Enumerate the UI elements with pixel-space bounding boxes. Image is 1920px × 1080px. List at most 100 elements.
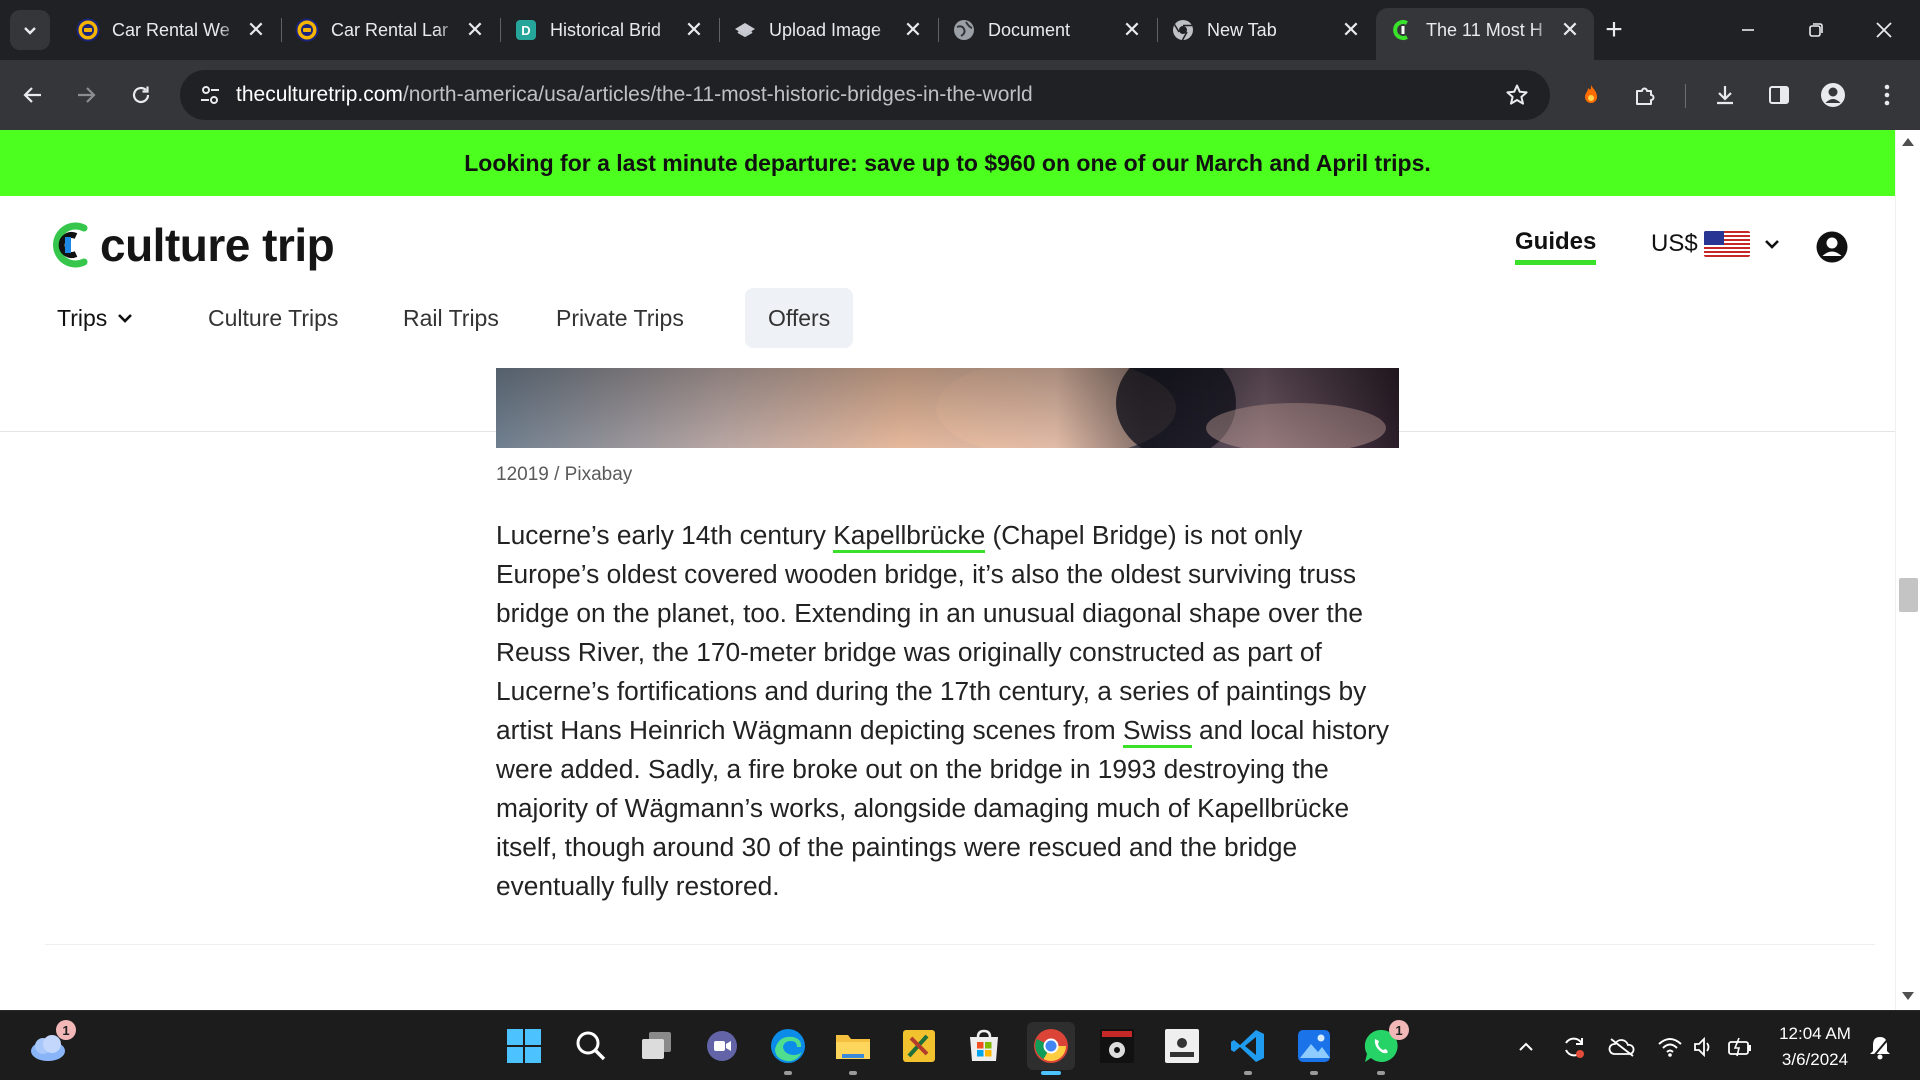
new-tab-button[interactable]: + xyxy=(1596,12,1632,48)
photos-taskbar-button[interactable] xyxy=(1290,1022,1338,1075)
promo-banner[interactable]: Looking for a last minute departure: sav… xyxy=(0,130,1895,196)
tab-close-icon[interactable]: ✕ xyxy=(1558,17,1582,42)
page-scrollbar[interactable] xyxy=(1895,130,1920,1010)
screen: Car Rental We ✕ Car Rental Lar ✕ D Histo… xyxy=(0,0,1920,1080)
document-favicon-icon: D xyxy=(514,18,538,42)
currency-selector[interactable]: US$ xyxy=(1651,230,1782,258)
fifa-game-button[interactable] xyxy=(1158,1022,1206,1070)
arrow-right-icon xyxy=(78,87,96,103)
tab-close-icon[interactable]: ✕ xyxy=(901,17,925,42)
tab-car-rental-2[interactable]: Car Rental Lar ✕ xyxy=(281,8,499,52)
cloud-offline-icon xyxy=(1608,1038,1635,1057)
account-button[interactable] xyxy=(1815,230,1849,264)
nav-private-trips[interactable]: Private Trips xyxy=(556,288,684,348)
tab-close-icon[interactable]: ✕ xyxy=(244,17,268,42)
pes-game-button[interactable] xyxy=(1093,1022,1141,1070)
back-button[interactable] xyxy=(12,74,54,116)
clock-date: 3/6/2024 xyxy=(1781,1050,1849,1069)
tab-new-tab[interactable]: New Tab ✕ xyxy=(1157,8,1375,52)
address-bar[interactable]: theculturetrip.com/north-america/usa/art… xyxy=(180,70,1550,120)
pinned-app-tools-button[interactable] xyxy=(895,1022,943,1070)
minimize-button[interactable] xyxy=(1714,0,1782,60)
file-explorer-button[interactable] xyxy=(829,1022,877,1075)
edge-taskbar-button[interactable] xyxy=(764,1022,812,1075)
close-window-button[interactable] xyxy=(1850,0,1918,60)
tab-upload-image[interactable]: Upload Image ✕ xyxy=(719,8,937,52)
tab-close-icon[interactable]: ✕ xyxy=(1120,17,1144,42)
tab-document[interactable]: Document ✕ xyxy=(938,8,1156,52)
tab-car-rental-1[interactable]: Car Rental We ✕ xyxy=(62,8,280,52)
extensions-button[interactable] xyxy=(1624,74,1666,116)
promo-text: Looking for a last minute departure: sav… xyxy=(464,149,1431,176)
culture-trip-logo-icon xyxy=(53,222,88,268)
nav-culture-trips[interactable]: Culture Trips xyxy=(208,288,338,348)
fifa-game-icon xyxy=(1165,1029,1199,1063)
tab-close-icon[interactable]: ✕ xyxy=(463,17,487,42)
notification-bell-icon xyxy=(1870,1037,1890,1060)
chrome-taskbar-button[interactable] xyxy=(1027,1022,1075,1075)
tab-close-icon[interactable]: ✕ xyxy=(682,17,706,42)
site-info-button[interactable] xyxy=(184,70,236,120)
browser-toolbar: theculturetrip.com/north-america/usa/art… xyxy=(0,60,1920,130)
teams-chat-button[interactable] xyxy=(698,1022,746,1070)
system-clock[interactable]: 12:04 AM 3/6/2024 xyxy=(1770,1021,1860,1073)
microsoft-store-button[interactable] xyxy=(960,1022,1008,1070)
whatsapp-taskbar-button[interactable]: 1 xyxy=(1357,1020,1409,1075)
arrow-left-icon xyxy=(23,87,41,103)
wifi-tray-button[interactable] xyxy=(1656,1033,1684,1061)
running-indicator xyxy=(1041,1071,1061,1075)
nav-trips-dropdown[interactable]: Trips xyxy=(57,288,135,348)
battery-tray-button[interactable] xyxy=(1726,1033,1754,1061)
forward-button[interactable] xyxy=(65,74,107,116)
upload-favicon-icon xyxy=(733,18,757,42)
photos-icon xyxy=(1298,1030,1330,1062)
pes-game-icon xyxy=(1100,1029,1134,1063)
minimize-icon xyxy=(1742,29,1754,31)
scroll-up-arrow-icon[interactable] xyxy=(1902,138,1914,146)
culture-trip-logo[interactable]: culture trip xyxy=(50,218,335,272)
chrome-menu-button[interactable] xyxy=(1866,74,1908,116)
nav-offers[interactable]: Offers xyxy=(745,288,854,348)
kapellbrucke-link[interactable]: Kapellbrücke xyxy=(833,520,986,553)
url-text[interactable]: theculturetrip.com/north-america/usa/art… xyxy=(236,83,1492,107)
task-view-button[interactable] xyxy=(633,1022,681,1070)
tab-historical-bridges[interactable]: D Historical Brid ✕ xyxy=(500,8,718,52)
clock-time: 12:04 AM xyxy=(1779,1024,1851,1043)
show-hidden-icons-button[interactable] xyxy=(1512,1033,1540,1061)
toolbar-divider xyxy=(1685,84,1686,108)
battery-charging-icon xyxy=(1728,1037,1751,1057)
scrollbar-thumb[interactable] xyxy=(1899,578,1918,612)
scroll-down-arrow-icon[interactable] xyxy=(1902,992,1914,1000)
reload-button[interactable] xyxy=(120,74,162,116)
tab-title: New Tab xyxy=(1207,19,1277,40)
logo-text: culture trip xyxy=(100,219,335,271)
edge-browser-icon xyxy=(771,1029,805,1063)
side-panel-button[interactable] xyxy=(1758,74,1800,116)
taskbar-search-button[interactable] xyxy=(567,1022,615,1070)
folder-icon xyxy=(836,1035,870,1059)
weather-widget[interactable]: 1 xyxy=(24,1020,76,1070)
nav-trips-label: Trips xyxy=(57,304,108,331)
guides-link[interactable]: Guides xyxy=(1515,228,1597,265)
running-indicator xyxy=(849,1071,857,1075)
sync-tray-button[interactable] xyxy=(1560,1033,1588,1061)
downloads-button[interactable] xyxy=(1704,74,1746,116)
extension-fire-button[interactable] xyxy=(1570,74,1612,116)
vscode-taskbar-button[interactable] xyxy=(1224,1022,1272,1075)
vscode-icon xyxy=(1231,1030,1264,1062)
nav-rail-trips[interactable]: Rail Trips xyxy=(403,288,499,348)
profile-button[interactable] xyxy=(1812,74,1854,116)
tab-title: Historical Brid xyxy=(550,19,662,40)
culture-trip-favicon-icon xyxy=(1390,18,1414,42)
tab-culture-trip-active[interactable]: The 11 Most H ✕ xyxy=(1376,8,1594,60)
restore-button[interactable] xyxy=(1782,0,1850,60)
start-button[interactable] xyxy=(500,1022,548,1070)
weather-notification-badge: 1 xyxy=(56,1020,76,1040)
tab-search-button[interactable] xyxy=(10,10,50,50)
notifications-button[interactable] xyxy=(1866,1033,1894,1061)
tab-close-icon[interactable]: ✕ xyxy=(1339,17,1363,42)
volume-tray-button[interactable] xyxy=(1690,1033,1718,1061)
bookmark-button[interactable] xyxy=(1492,70,1542,120)
swiss-link[interactable]: Swiss xyxy=(1123,715,1192,748)
onedrive-tray-button[interactable] xyxy=(1608,1033,1636,1061)
